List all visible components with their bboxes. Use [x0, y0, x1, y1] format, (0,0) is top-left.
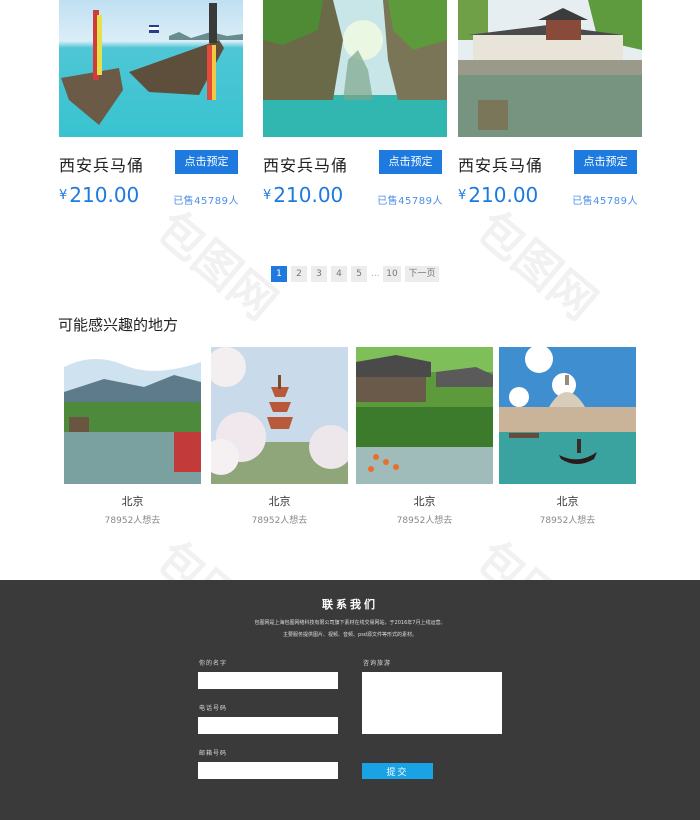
place-card[interactable]: 北京 78952人想去	[64, 347, 201, 526]
sold-count: 已售45789人	[572, 196, 638, 207]
place-name: 北京	[121, 495, 144, 508]
place-card[interactable]: 北京 78952人想去	[356, 347, 493, 526]
page-4[interactable]: 4	[331, 266, 347, 282]
page-2[interactable]: 2	[291, 266, 307, 282]
email-input[interactable]	[198, 762, 338, 779]
contact-footer: 联系我们 包图网是上海包图网络科技有限公司旗下素材在线交易网站，于2016年7月…	[0, 580, 700, 820]
place-count: 78952人想去	[539, 516, 596, 526]
product-card: 西安兵马俑 点击预定 ¥210.00 已售45789人	[59, 0, 243, 207]
book-button[interactable]: 点击预定	[175, 150, 238, 174]
product-price: ¥210.00	[458, 183, 539, 207]
place-card[interactable]: 北京 78952人想去	[499, 347, 636, 526]
phone-input[interactable]	[198, 717, 338, 734]
book-button[interactable]: 点击预定	[574, 150, 637, 174]
name-label: 你的名字	[199, 660, 228, 667]
place-count: 78952人想去	[104, 516, 161, 526]
page-3[interactable]: 3	[311, 266, 327, 282]
product-title: 西安兵马俑	[59, 156, 145, 175]
product-price: ¥210.00	[263, 183, 344, 207]
product-title: 西安兵马俑	[458, 156, 544, 175]
product-image[interactable]	[59, 0, 243, 137]
sold-count: 已售45789人	[377, 196, 443, 207]
product-image[interactable]	[458, 0, 642, 137]
page-10[interactable]: 10	[383, 266, 401, 282]
consult-textarea[interactable]	[362, 672, 502, 734]
submit-button[interactable]: 提交	[362, 763, 433, 779]
product-list: 西安兵马俑 点击预定 ¥210.00 已售45789人 西安兵马俑 点击预定 ¥…	[0, 0, 700, 230]
place-count: 78952人想去	[396, 516, 453, 526]
email-label: 邮箱号码	[199, 750, 228, 757]
next-page-button[interactable]: 下一页	[405, 266, 439, 282]
place-count: 78952人想去	[251, 516, 308, 526]
phone-label: 电话号码	[199, 705, 228, 712]
consult-label: 咨询旅游	[363, 660, 392, 667]
place-card[interactable]: 北京 78952人想去	[211, 347, 348, 526]
pagination-ellipsis: ...	[371, 269, 380, 279]
product-image[interactable]	[263, 0, 447, 137]
name-input[interactable]	[198, 672, 338, 689]
product-card: 西安兵马俑 点击预定 ¥210.00 已售45789人	[458, 0, 642, 207]
page-5[interactable]: 5	[351, 266, 367, 282]
place-image[interactable]	[64, 347, 201, 484]
place-image[interactable]	[356, 347, 493, 484]
place-image[interactable]	[211, 347, 348, 484]
book-button[interactable]: 点击预定	[379, 150, 442, 174]
place-name: 北京	[556, 495, 579, 508]
sold-count: 已售45789人	[173, 196, 239, 207]
product-card: 西安兵马俑 点击预定 ¥210.00 已售45789人	[263, 0, 447, 207]
footer-description: 包图网是上海包图网络科技有限公司旗下素材在线交易网站，于2016年7月上线运营。…	[254, 620, 446, 638]
place-name: 北京	[413, 495, 436, 508]
footer-title: 联系我们	[322, 598, 378, 611]
place-name: 北京	[268, 495, 291, 508]
product-title: 西安兵马俑	[263, 156, 349, 175]
place-image[interactable]	[499, 347, 636, 484]
product-price: ¥210.00	[59, 183, 140, 207]
pagination: 1 2 3 4 5 ... 10 下一页	[271, 266, 439, 282]
page-1[interactable]: 1	[271, 266, 287, 282]
section-title: 可能感兴趣的地方	[58, 316, 179, 334]
